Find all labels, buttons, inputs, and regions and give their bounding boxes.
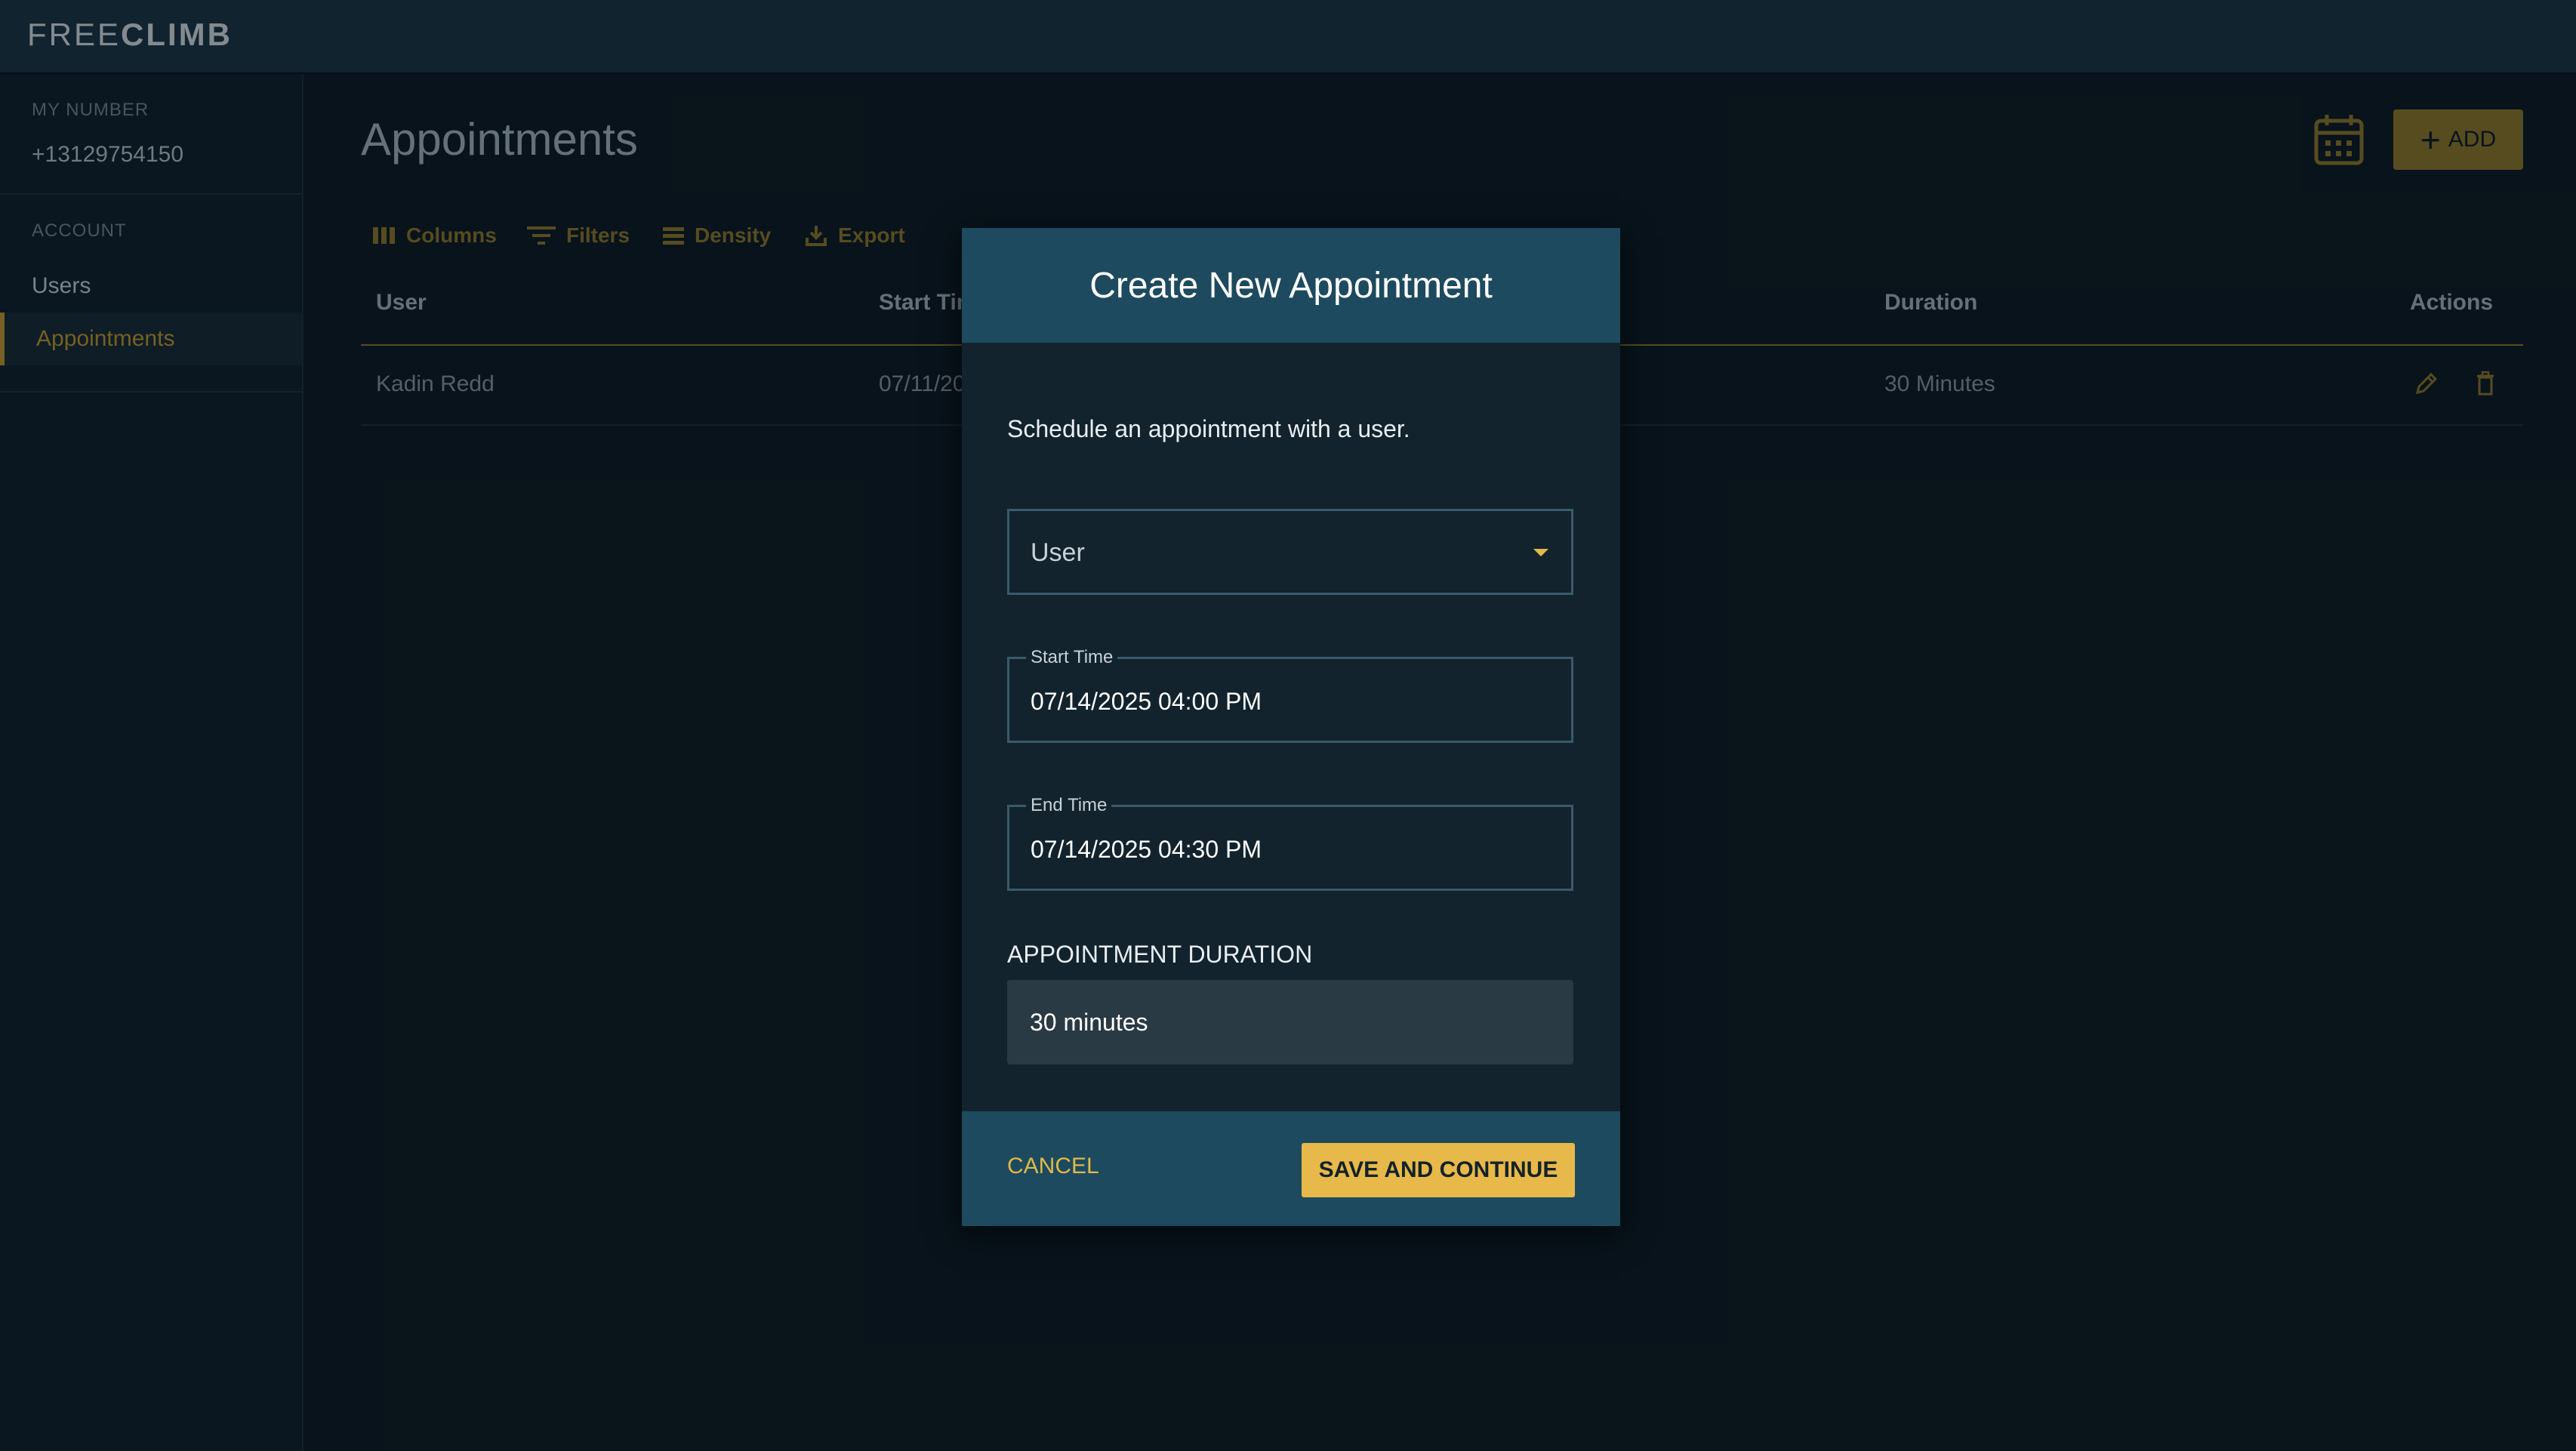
create-appointment-dialog: Create New Appointment Schedule an appoi… [962, 228, 1620, 1226]
dialog-header: Create New Appointment [962, 228, 1620, 343]
end-time-label: End Time [1026, 795, 1112, 816]
duration-value: 30 minutes [1030, 1009, 1148, 1036]
dialog-footer: CANCEL SAVE AND CONTINUE [962, 1111, 1620, 1226]
start-time-field[interactable]: Start Time 07/14/2025 04:00 PM [1007, 647, 1573, 743]
cancel-button[interactable]: CANCEL [1007, 1154, 1099, 1179]
save-and-continue-button[interactable]: SAVE AND CONTINUE [1302, 1143, 1575, 1197]
dialog-title: Create New Appointment [1089, 265, 1493, 306]
duration-field: 30 minutes [1007, 980, 1573, 1064]
end-time-value: 07/14/2025 04:30 PM [1031, 836, 1262, 863]
user-select-placeholder: User [1031, 538, 1085, 567]
start-time-label: Start Time [1026, 647, 1118, 668]
duration-label: APPOINTMENT DURATION [1007, 941, 1313, 968]
dialog-description: Schedule an appointment with a user. [1007, 415, 1410, 442]
user-select[interactable]: User [1007, 509, 1573, 595]
start-time-value: 07/14/2025 04:00 PM [1031, 688, 1262, 715]
chevron-down-icon [1533, 549, 1548, 556]
end-time-field[interactable]: End Time 07/14/2025 04:30 PM [1007, 795, 1573, 891]
